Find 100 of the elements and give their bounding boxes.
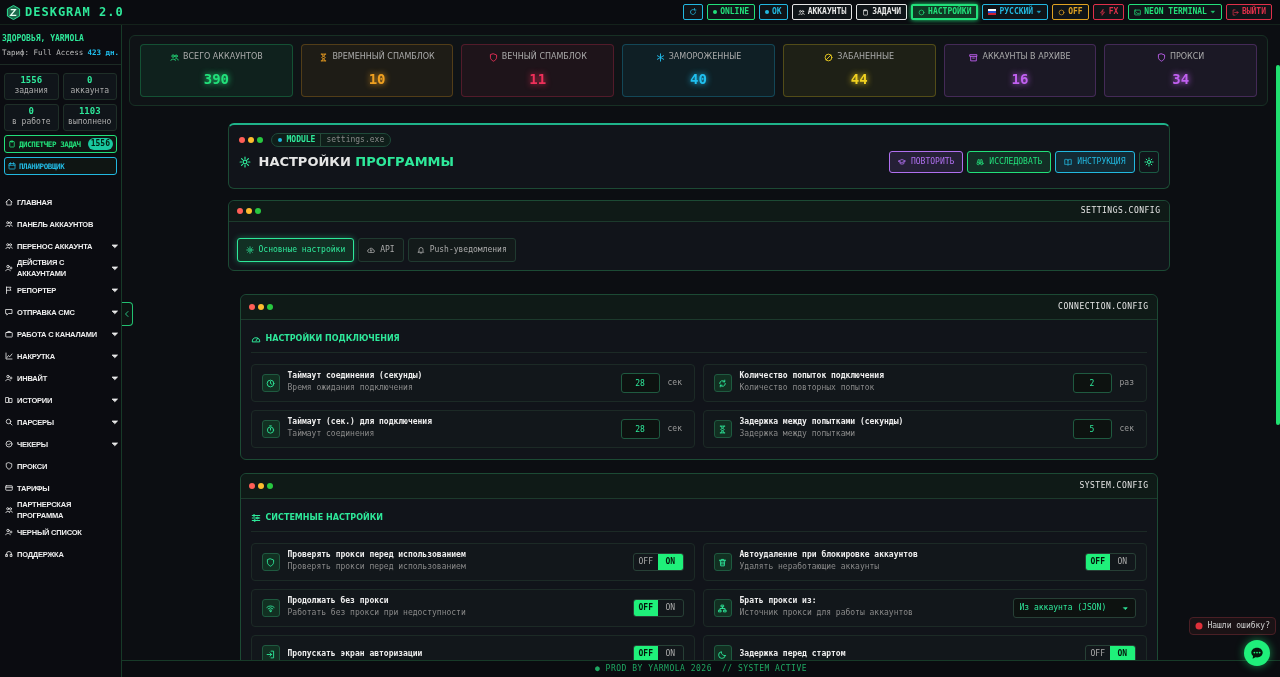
caret-icon [111, 286, 119, 295]
app-title: DESKGRAM 2.0 [25, 4, 124, 21]
setting-label: Продолжать без прокси [287, 596, 390, 606]
gear-icon [238, 156, 251, 168]
header-button[interactable]: ПОВТОРИТЬ [889, 151, 964, 173]
snowflake-icon [655, 52, 665, 62]
setting-hint: Проверять прокси перед использованием [287, 561, 466, 574]
refresh-button[interactable] [683, 4, 704, 20]
unit-text: сек [667, 377, 683, 389]
unit-text: раз [1119, 377, 1135, 389]
setting-hint: Количество повторных попыток [739, 382, 876, 395]
module-pill: MODULE settings.exe [270, 133, 392, 147]
on-off-switch[interactable]: OFF ON [1084, 553, 1136, 571]
setting-hint: Удалять неработающие аккаунты [739, 561, 881, 574]
users-icon [5, 242, 13, 251]
on-off-switch[interactable]: OFF ON [632, 553, 684, 571]
archive-icon [969, 52, 979, 62]
logo-icon [6, 4, 21, 20]
user-add-icon [5, 374, 13, 383]
chart-icon [5, 352, 13, 361]
caret-icon [1209, 9, 1216, 15]
refresh-icon [718, 378, 727, 388]
home-icon [5, 198, 13, 207]
gauge-icon [250, 334, 261, 344]
footer-credit: ● PROD BY YARMOLA 2026 [595, 663, 712, 675]
hourglass-icon [718, 424, 727, 434]
counter-tile: 0 аккаунта [62, 73, 117, 101]
clock-icon [266, 378, 275, 388]
flag-icon [988, 9, 997, 15]
nav-button[interactable]: FX [1092, 4, 1125, 20]
book-icon [1064, 158, 1073, 166]
status-button[interactable]: OK [759, 4, 788, 20]
setting-label: Задержка между попытками (секунды) [739, 417, 904, 427]
collapse-sidebar-button[interactable] [122, 302, 133, 326]
briefcase-icon [5, 330, 13, 339]
tab[interactable]: Push-уведомления [407, 238, 516, 262]
unit-text: сек [1119, 423, 1135, 435]
number-field[interactable]: 28 [620, 419, 660, 439]
window-dots-icon [248, 483, 273, 489]
window-dots-icon [236, 208, 261, 214]
stat-label: АККАУНТЫ В АРХИВЕ [982, 51, 1071, 63]
caret-icon [111, 264, 119, 273]
config-file-name: CONNECTION.CONFIG [1058, 301, 1149, 313]
terminal-icon [1134, 8, 1142, 16]
scrollbar-thumb[interactable] [1276, 65, 1280, 425]
report-bug-button[interactable]: Нашли ошибку? [1189, 617, 1276, 635]
network-icon [718, 603, 727, 613]
setting-label: Задержка перед стартом [739, 649, 846, 659]
tab[interactable]: Основные настройки [236, 238, 355, 262]
tab[interactable]: API [358, 238, 404, 262]
status-button[interactable]: ONLINE [707, 4, 756, 20]
caret-icon [111, 396, 119, 405]
nav-button[interactable]: ВЫЙТИ [1225, 4, 1272, 20]
header-button[interactable]: ИНСТРУКЦИЯ [1055, 151, 1135, 173]
number-field[interactable]: 5 [1072, 419, 1112, 439]
select-field[interactable]: Из аккаунта (JSON) [1012, 598, 1136, 618]
counter-tile: 1103 выполнено [62, 104, 117, 132]
config-file-name: SETTINGS.CONFIG [1080, 205, 1161, 217]
on-off-switch[interactable]: OFF ON [632, 599, 684, 617]
number-field[interactable]: 28 [620, 373, 660, 393]
setting-label: Брать прокси из: [739, 596, 818, 606]
clipboard-icon [8, 140, 16, 149]
stack-icon [5, 396, 13, 405]
settings-button[interactable] [1138, 151, 1159, 173]
stat-label: ЗАМОРОЖЕННЫЕ [668, 51, 742, 63]
setting-hint: Время ожидания подключения [287, 382, 414, 395]
stat-value: 34 [1172, 70, 1190, 89]
circle-icon [1058, 8, 1066, 16]
chat-button[interactable] [1244, 640, 1270, 666]
moon-icon [718, 649, 727, 659]
dropdown-button[interactable]: РУССКИЙ [982, 4, 1049, 20]
bell-icon [416, 246, 425, 254]
stat-value: 11 [529, 70, 547, 89]
nav-button[interactable]: ЗАДАЧИ [856, 4, 908, 20]
graduation-cap-icon [898, 158, 906, 166]
header-button[interactable]: ИССЛЕДОВАТЬ [967, 151, 1052, 173]
setting-label: Количество попыток подключения [739, 371, 884, 381]
nav-button[interactable]: НАСТРОЙКИ [911, 4, 979, 20]
setting-label: Таймаут (сек.) для подключения [287, 417, 432, 427]
chat-icon [1250, 646, 1264, 660]
footer-status: // SYSTEM ACTIVE [721, 663, 807, 675]
setting-hint: Задержка между попытками [739, 428, 857, 441]
circle-icon [918, 8, 926, 16]
number-field[interactable]: 2 [1072, 373, 1112, 393]
wifi-icon [266, 603, 275, 613]
users-icon [5, 220, 13, 229]
nav-button[interactable]: АККАУНТЫ [791, 4, 853, 20]
window-dots-icon [248, 304, 273, 310]
user-add-icon [5, 264, 13, 273]
dropdown-button[interactable]: NEON TERMINAL [1128, 4, 1222, 20]
nav-button[interactable]: OFF [1052, 4, 1089, 20]
setting-hint: Таймаут соединения [287, 428, 376, 441]
caret-icon [111, 330, 119, 339]
cloud-icon [367, 246, 376, 254]
count-badge: 1556 [87, 138, 113, 151]
check-icon [5, 440, 13, 449]
stat-label: ВРЕМЕННЫЙ СПАМБЛОК [332, 51, 435, 63]
settings-icon [1143, 157, 1154, 167]
calendar-icon [8, 162, 16, 171]
caret-icon [111, 440, 119, 449]
